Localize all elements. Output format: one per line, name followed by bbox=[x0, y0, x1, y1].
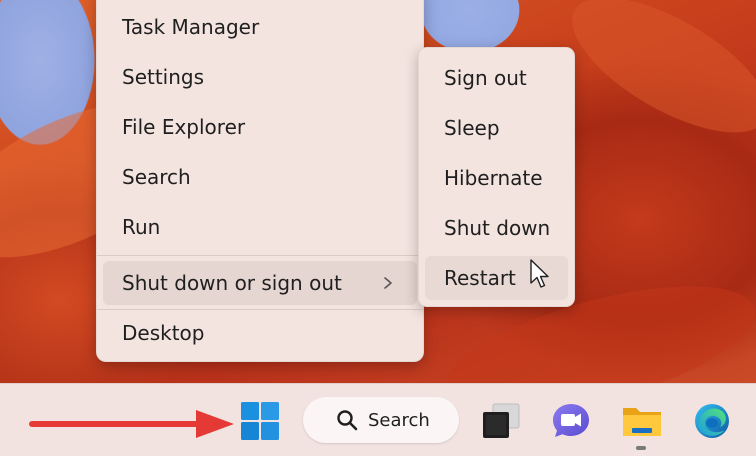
submenu-item-label: Restart bbox=[444, 266, 516, 290]
edge-browser-icon[interactable] bbox=[690, 400, 734, 442]
winx-context-menu: Task Manager Settings File Explorer Sear… bbox=[96, 0, 424, 362]
search-label: Search bbox=[368, 409, 430, 431]
mouse-pointer-icon bbox=[530, 259, 549, 288]
menu-item-settings[interactable]: Settings bbox=[103, 55, 417, 99]
submenu-item-sleep[interactable]: Sleep bbox=[425, 106, 568, 150]
menu-item-task-manager[interactable]: Task Manager bbox=[103, 5, 417, 49]
chevron-right-icon bbox=[384, 277, 392, 289]
submenu-item-label: Shut down bbox=[444, 216, 551, 240]
menu-item-label: Shut down or sign out bbox=[122, 271, 342, 295]
menu-item-desktop[interactable]: Desktop bbox=[103, 311, 417, 355]
search-icon bbox=[337, 410, 358, 431]
submenu-item-label: Hibernate bbox=[444, 166, 543, 190]
shut-down-submenu: Sign out Sleep Hibernate Shut down Resta… bbox=[418, 47, 575, 307]
menu-item-shut-down-or-sign-out[interactable]: Shut down or sign out bbox=[103, 261, 417, 305]
taskbar-search-button[interactable]: Search bbox=[303, 397, 459, 443]
wallpaper-band bbox=[552, 0, 756, 159]
task-view-icon[interactable] bbox=[479, 400, 523, 442]
windows-start-icon[interactable] bbox=[238, 400, 282, 442]
menu-item-search[interactable]: Search bbox=[103, 155, 417, 199]
teams-chat-icon[interactable] bbox=[549, 400, 593, 442]
submenu-item-label: Sign out bbox=[444, 66, 527, 90]
menu-item-label: Settings bbox=[122, 65, 205, 89]
submenu-item-sign-out[interactable]: Sign out bbox=[425, 56, 568, 100]
menu-item-label: File Explorer bbox=[122, 115, 246, 139]
menu-separator bbox=[97, 309, 423, 310]
file-explorer-icon[interactable] bbox=[620, 400, 664, 442]
menu-item-file-explorer[interactable]: File Explorer bbox=[103, 105, 417, 149]
menu-item-label: Search bbox=[122, 165, 191, 189]
menu-item-label: Desktop bbox=[122, 321, 205, 345]
desktop-screen: Task Manager Settings File Explorer Sear… bbox=[0, 0, 756, 456]
menu-item-label: Task Manager bbox=[122, 15, 260, 39]
submenu-item-hibernate[interactable]: Hibernate bbox=[425, 156, 568, 200]
submenu-item-shut-down[interactable]: Shut down bbox=[425, 206, 568, 250]
menu-item-run[interactable]: Run bbox=[103, 205, 417, 249]
submenu-item-label: Sleep bbox=[444, 116, 500, 140]
menu-separator bbox=[97, 255, 423, 256]
menu-item-label: Run bbox=[122, 215, 161, 239]
running-indicator bbox=[636, 446, 646, 450]
annotation-arrow-icon bbox=[29, 410, 234, 438]
